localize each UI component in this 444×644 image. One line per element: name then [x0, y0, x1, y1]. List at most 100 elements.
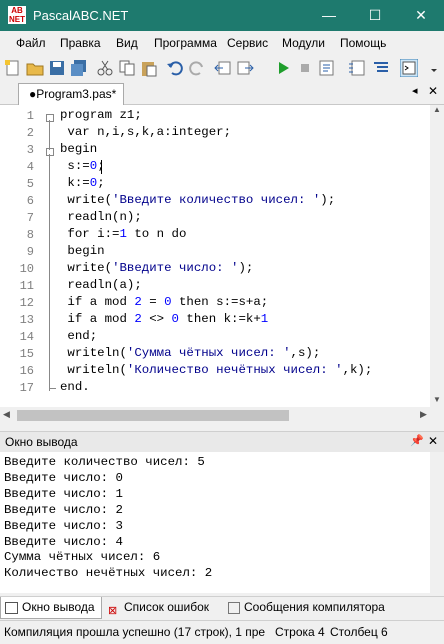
line-number: 7 — [26, 211, 34, 225]
output-line: Количество нечётных чисел: 2 — [4, 566, 213, 581]
copy-icon[interactable] — [118, 59, 136, 77]
code-line: k:=0; — [60, 176, 105, 190]
code-line: write('Введите число: '); — [60, 261, 254, 275]
fold-marker-icon[interactable] — [46, 148, 54, 156]
title-bar: AB NET PascalABC.NET — ☐ ✕ — [0, 0, 444, 31]
toolbar — [0, 55, 444, 83]
status-column: Столбец 6 — [330, 625, 388, 639]
code-line: end; — [60, 329, 98, 343]
output-panel-title: Окно вывода — [5, 435, 78, 449]
fold-line — [49, 154, 50, 391]
menu-bar: Файл Правка Вид Программа Сервис Модули … — [0, 31, 444, 55]
line-number-gutter: 1 2 3 4 5 6 7 8 9 10 11 12 13 14 15 16 17 — [0, 105, 42, 407]
new-file-icon[interactable] — [4, 59, 22, 77]
menu-help[interactable]: Помощь — [340, 36, 386, 50]
code-line: writeln('Сумма чётных чисел: ',s); — [60, 346, 321, 360]
status-bar: Компиляция прошла успешно (17 строк), 1 … — [0, 620, 444, 644]
output-window[interactable]: Введите количество чисел: 5 Введите число… — [0, 452, 430, 593]
code-line: end. — [60, 380, 90, 394]
toolbar-overflow-icon[interactable] — [428, 59, 440, 77]
code-line: s:=0; — [60, 159, 104, 173]
line-number: 3 — [26, 143, 34, 157]
output-panel-header: Окно вывода 📌 ✕ — [0, 431, 444, 453]
menu-file[interactable]: Файл — [16, 36, 46, 50]
run-icon[interactable] — [274, 59, 292, 77]
line-number: 2 — [26, 126, 34, 140]
menu-program[interactable]: Программа — [154, 36, 217, 50]
document-tabs: ●Program3.pas* ◂ ✕ — [0, 82, 444, 105]
text-cursor — [101, 160, 102, 174]
code-line: var n,i,s,k,a:integer; — [60, 125, 232, 139]
output-line: Введите число: 0 — [4, 470, 123, 485]
save-all-icon[interactable] — [70, 59, 88, 77]
paste-icon[interactable] — [140, 59, 158, 77]
line-number: 16 — [19, 364, 34, 378]
output-window-icon[interactable] — [400, 59, 418, 77]
status-message: Компиляция прошла успешно (17 строк), 1 … — [4, 625, 266, 639]
code-editor[interactable]: 1 2 3 4 5 6 7 8 9 10 11 12 13 14 15 16 17 program z1; va… — [0, 105, 430, 407]
close-tab-button[interactable]: ✕ — [428, 84, 438, 98]
tab-label: Список ошибок — [124, 600, 210, 614]
tab-output-window[interactable]: Окно вывода — [0, 597, 102, 619]
stop-icon[interactable] — [296, 59, 314, 77]
code-line: readln(n); — [60, 210, 142, 224]
fold-line — [49, 120, 50, 150]
fold-marker-icon[interactable] — [46, 114, 54, 122]
close-panel-button[interactable]: ✕ — [428, 434, 438, 448]
code-line: readln(a); — [60, 278, 142, 292]
output-line: Введите количество чисел: 5 — [4, 455, 205, 469]
status-line: Строка 4 — [275, 625, 325, 639]
comment-icon[interactable] — [348, 59, 366, 77]
line-number: 4 — [26, 160, 34, 174]
minimize-button[interactable]: — — [306, 0, 352, 31]
maximize-button[interactable]: ☐ — [352, 0, 398, 31]
menu-service[interactable]: Сервис — [227, 36, 268, 50]
navigate-forward-icon[interactable] — [236, 59, 254, 77]
output-vertical-scrollbar[interactable] — [430, 452, 444, 593]
undo-icon[interactable] — [166, 59, 184, 77]
pin-icon[interactable]: 📌 — [410, 434, 424, 447]
line-number: 12 — [19, 296, 34, 310]
close-window-button[interactable]: ✕ — [398, 0, 444, 31]
output-line: Введите число: 1 — [4, 486, 123, 501]
code-line: if a mod 2 <> 0 then k:=k+1 — [60, 312, 269, 326]
redo-icon[interactable] — [188, 59, 206, 77]
code-line: for i:=1 to n do — [60, 227, 187, 241]
code-line: write('Введите количество чисел: '); — [60, 193, 336, 207]
menu-view[interactable]: Вид — [116, 36, 138, 50]
scroll-tabs-icon[interactable]: ◂ — [412, 84, 418, 97]
line-number: 1 — [26, 109, 34, 123]
bottom-tabs: Окно вывода ⊠ Список ошибок Сообщения ко… — [0, 596, 444, 619]
tab-label: Окно вывода — [22, 600, 95, 614]
format-code-icon[interactable] — [372, 59, 390, 77]
line-number: 8 — [26, 228, 34, 242]
code-line: if a mod 2 = 0 then s:=s+a; — [60, 295, 269, 309]
tab-program3[interactable]: ●Program3.pas* — [18, 83, 124, 105]
editor-vertical-scrollbar[interactable]: ▲ ▼ — [430, 105, 444, 407]
menu-modules[interactable]: Модули — [282, 36, 325, 50]
compiler-messages-icon — [228, 602, 240, 614]
open-folder-icon[interactable] — [26, 59, 44, 77]
navigate-back-icon[interactable] — [214, 59, 232, 77]
line-number: 6 — [26, 194, 34, 208]
app-icon: AB NET — [8, 6, 26, 24]
output-line: Введите число: 4 — [4, 534, 123, 549]
compile-icon[interactable] — [318, 59, 336, 77]
code-line: begin — [60, 244, 105, 258]
line-number: 9 — [26, 245, 34, 259]
tab-compiler-messages[interactable]: Сообщения компилятора — [226, 597, 396, 618]
line-number: 5 — [26, 177, 34, 191]
tab-error-list[interactable]: ⊠ Список ошибок — [106, 597, 220, 618]
save-icon[interactable] — [48, 59, 66, 77]
line-number: 10 — [19, 262, 34, 276]
menu-edit[interactable]: Правка — [60, 36, 101, 50]
error-list-icon: ⊠ — [108, 605, 118, 617]
fold-end — [49, 388, 56, 389]
cut-icon[interactable] — [96, 59, 114, 77]
line-number: 17 — [19, 381, 34, 395]
line-number: 11 — [19, 279, 34, 293]
scroll-thumb[interactable] — [17, 410, 289, 421]
editor-horizontal-scrollbar[interactable]: ◀ ▶ — [0, 407, 444, 424]
output-line: Сумма чётных чисел: 6 — [4, 550, 161, 565]
output-line: Введите число: 3 — [4, 518, 123, 533]
